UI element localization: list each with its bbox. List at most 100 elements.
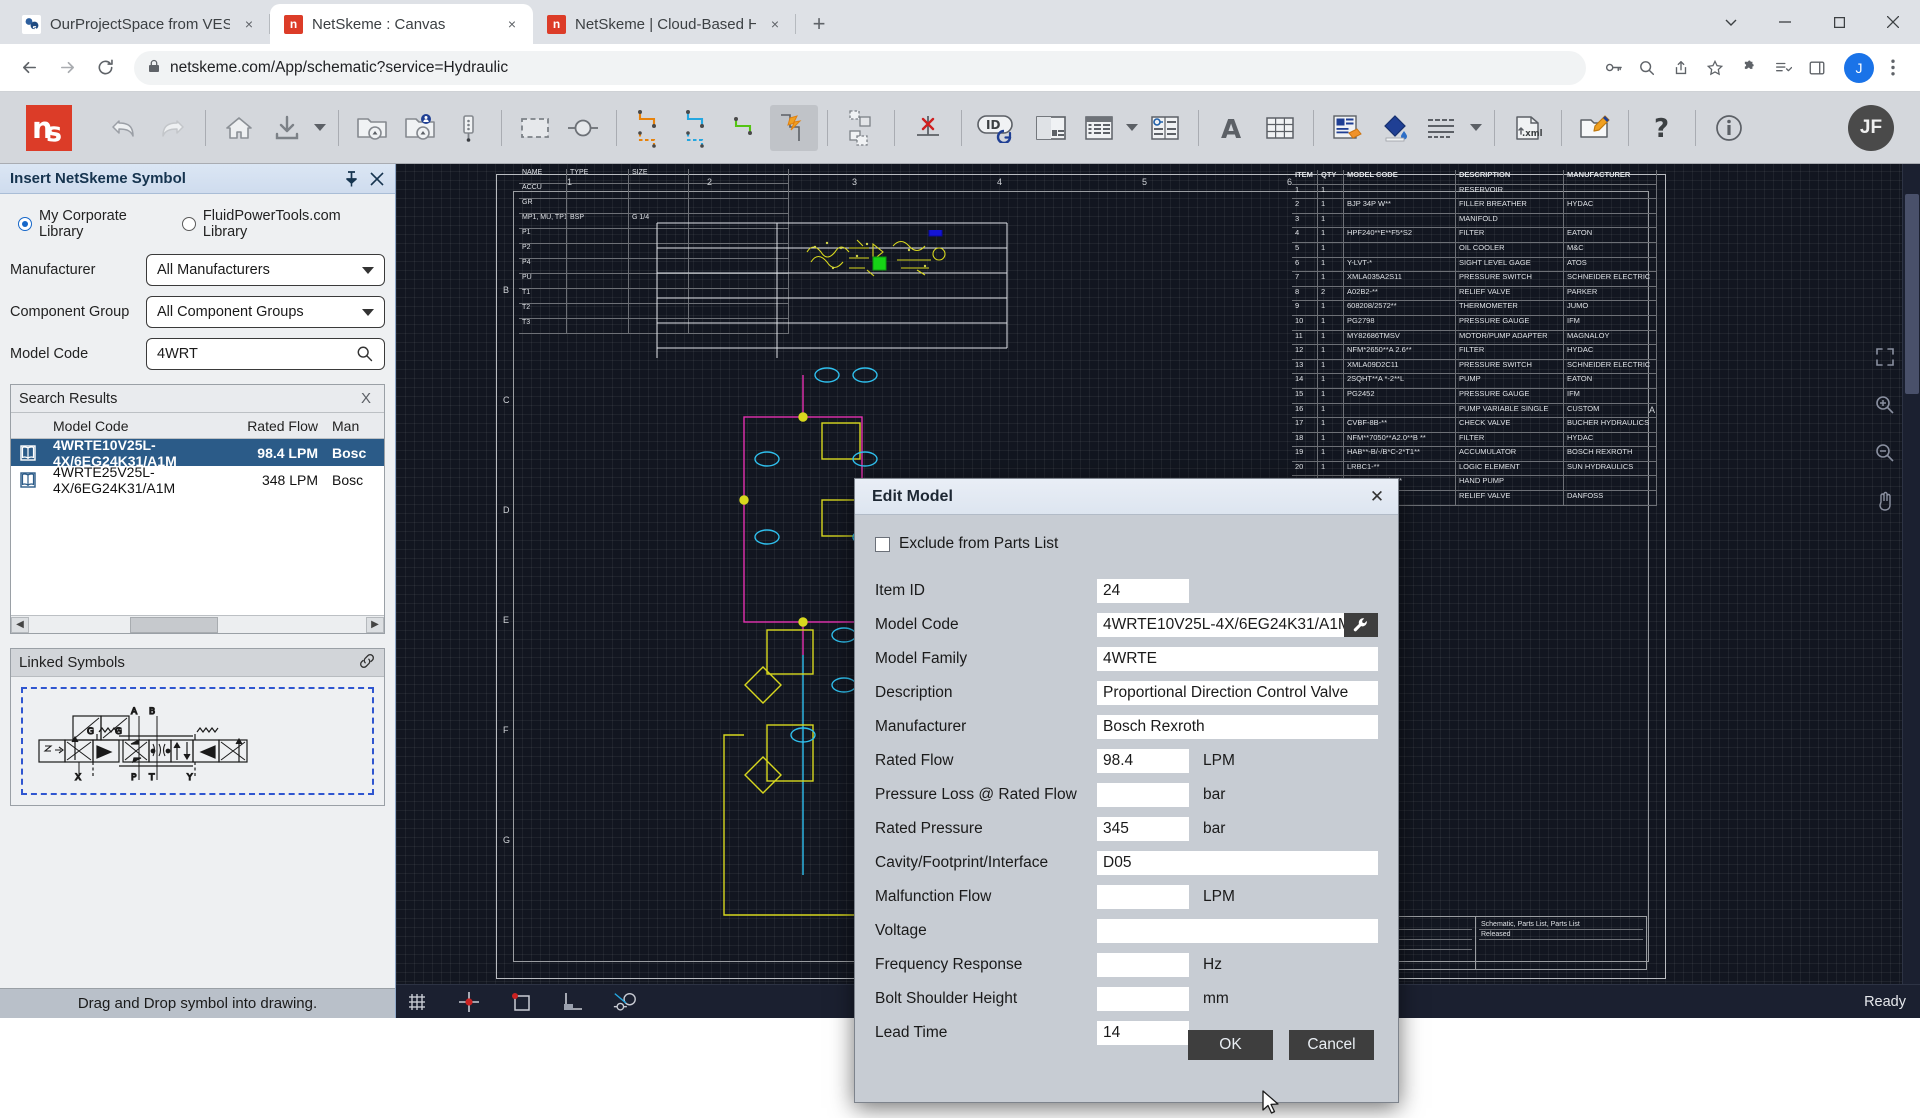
redo-icon[interactable] xyxy=(148,105,196,151)
delete-connection-icon[interactable] xyxy=(904,105,952,151)
component-group-dropdown[interactable]: All Component Groups xyxy=(146,296,385,328)
browser-tab-1-close-icon[interactable]: × xyxy=(239,14,259,34)
ok-button[interactable]: OK xyxy=(1188,1030,1273,1060)
line-green-icon[interactable] xyxy=(722,105,770,151)
group-icon[interactable] xyxy=(837,105,885,151)
snap-icon[interactable] xyxy=(456,989,482,1015)
field-input-11[interactable] xyxy=(1097,953,1189,977)
field-input-5[interactable]: 98.4 xyxy=(1097,749,1189,773)
selected-symbol-preview[interactable] xyxy=(797,230,977,290)
help-icon[interactable]: ? xyxy=(1638,105,1686,151)
search-icon[interactable] xyxy=(356,345,374,363)
field-input-8[interactable]: D05 xyxy=(1097,851,1378,875)
back-button-icon[interactable] xyxy=(12,51,46,85)
radio-my-corporate-library[interactable] xyxy=(18,217,32,231)
fill-color-icon[interactable] xyxy=(1371,105,1419,151)
browser-tab-1[interactable]: s OurProjectSpace from VEST, Inc. × xyxy=(8,4,270,44)
text-icon[interactable]: A xyxy=(1208,105,1256,151)
netskeme-logo-icon[interactable]: ns xyxy=(26,104,72,151)
reload-button-icon[interactable] xyxy=(88,51,122,85)
col-rated-flow[interactable]: Rated Flow xyxy=(226,418,326,434)
browser-tab-2[interactable]: n NetSkeme : Canvas × xyxy=(270,4,533,44)
line-orange-icon[interactable] xyxy=(626,105,674,151)
password-key-icon[interactable] xyxy=(1598,53,1628,83)
lightning-line-icon[interactable] xyxy=(770,104,818,151)
save-download-icon[interactable] xyxy=(263,105,311,151)
zoom-out-icon[interactable] xyxy=(1872,440,1898,466)
tab-search-chevron-icon[interactable] xyxy=(1704,0,1758,44)
link-icon[interactable] xyxy=(358,652,376,674)
new-tab-button[interactable]: + xyxy=(802,7,836,41)
browser-profile-avatar[interactable]: J xyxy=(1844,52,1874,83)
col-manufacturer[interactable]: Man xyxy=(326,418,384,434)
pan-hand-icon[interactable] xyxy=(1872,488,1898,514)
corner-icon[interactable] xyxy=(560,989,586,1015)
parts-list-icon[interactable] xyxy=(1075,105,1123,151)
parts-list-caret-icon[interactable] xyxy=(1123,105,1141,151)
share-icon[interactable] xyxy=(1666,53,1696,83)
col-model-code[interactable]: Model Code xyxy=(45,418,226,434)
zoom-in-icon[interactable] xyxy=(1872,392,1898,418)
reading-list-icon[interactable] xyxy=(1768,53,1798,83)
measure-icon[interactable] xyxy=(612,989,638,1015)
search-result-row-2[interactable]: 4WRTE25V25L-4X/6EG24K31/A1M 348 LPM Bosc xyxy=(11,464,384,496)
field-input-0[interactable]: 24 xyxy=(1097,579,1189,603)
rectangle-icon[interactable] xyxy=(508,989,534,1015)
export-xml-icon[interactable]: .xml xyxy=(1504,105,1552,151)
home-icon[interactable] xyxy=(215,105,263,151)
balloon-list-icon[interactable] xyxy=(1141,105,1189,151)
field-input-12[interactable] xyxy=(1097,987,1189,1011)
address-bar[interactable]: netskeme.com/App/schematic?service=Hydra… xyxy=(134,50,1586,85)
page-layout-icon[interactable] xyxy=(1027,105,1075,151)
line-blue-icon[interactable] xyxy=(674,105,722,151)
table-icon[interactable] xyxy=(1256,105,1304,151)
field-input-3[interactable]: Proportional Direction Control Valve xyxy=(1097,681,1378,705)
edit-model-dialog-close-button[interactable]: ✕ xyxy=(1364,484,1390,510)
window-close-button[interactable] xyxy=(1866,0,1920,44)
scroll-left-arrow-icon[interactable]: ◀ xyxy=(11,616,29,633)
model-code-search-input[interactable]: 4WRT xyxy=(146,338,385,370)
search-result-row-1[interactable]: 4WRTE10V25L-4X/6EG24K31/A1M 98.4 LPM Bos… xyxy=(11,437,384,469)
close-icon[interactable] xyxy=(367,169,387,189)
wrench-icon[interactable] xyxy=(1344,613,1378,637)
pin-icon[interactable] xyxy=(341,169,361,189)
zoom-search-icon[interactable] xyxy=(1632,53,1662,83)
open-shared-project-icon[interactable] xyxy=(396,105,444,151)
forward-button-icon[interactable] xyxy=(50,51,84,85)
search-results-close-button[interactable]: X xyxy=(356,390,376,407)
exclude-from-parts-list-checkbox[interactable] xyxy=(875,536,890,552)
browser-menu-icon[interactable] xyxy=(1878,53,1908,83)
bookmark-star-icon[interactable] xyxy=(1700,53,1730,83)
radio-fluidpowertools-library[interactable] xyxy=(181,217,196,231)
field-input-6[interactable] xyxy=(1097,783,1189,807)
select-rectangle-icon[interactable] xyxy=(511,105,559,151)
browser-tab-3-close-icon[interactable]: × xyxy=(765,14,785,34)
zoom-fit-icon[interactable] xyxy=(1872,344,1898,370)
canvas-vertical-scroll-thumb[interactable] xyxy=(1905,194,1919,394)
line-style-caret-icon[interactable] xyxy=(1467,105,1485,151)
field-input-4[interactable]: Bosch Rexroth xyxy=(1097,715,1378,739)
cancel-button[interactable]: Cancel xyxy=(1289,1030,1374,1060)
scroll-track[interactable] xyxy=(29,616,366,633)
extensions-puzzle-icon[interactable] xyxy=(1734,53,1764,83)
field-input-7[interactable]: 345 xyxy=(1097,817,1189,841)
manufacturer-dropdown[interactable]: All Manufacturers xyxy=(146,254,385,286)
search-results-horizontal-scrollbar[interactable]: ◀ ▶ xyxy=(11,615,384,633)
edit-folder-icon[interactable] xyxy=(1571,105,1619,151)
insert-component-icon[interactable] xyxy=(559,105,607,151)
user-avatar-badge[interactable]: JF xyxy=(1848,104,1894,151)
scroll-thumb[interactable] xyxy=(130,616,218,633)
side-panel-icon[interactable] xyxy=(1802,53,1832,83)
browser-tab-2-close-icon[interactable]: × xyxy=(502,14,522,34)
usb-device-icon[interactable] xyxy=(444,105,492,151)
save-dropdown-caret-icon[interactable] xyxy=(311,105,329,151)
field-input-1[interactable]: 4WRTE10V25L-4X/6EG24K31/A1M xyxy=(1097,613,1344,637)
field-input-9[interactable] xyxy=(1097,885,1189,909)
info-icon[interactable] xyxy=(1705,105,1753,151)
canvas-vertical-scrollbar[interactable] xyxy=(1902,164,1920,984)
grid-icon[interactable] xyxy=(404,989,430,1015)
window-maximize-button[interactable] xyxy=(1812,0,1866,44)
window-minimize-button[interactable] xyxy=(1758,0,1812,44)
line-style-icon[interactable] xyxy=(1419,105,1467,151)
browser-tab-3[interactable]: n NetSkeme | Cloud-Based Hydra × xyxy=(533,4,796,44)
